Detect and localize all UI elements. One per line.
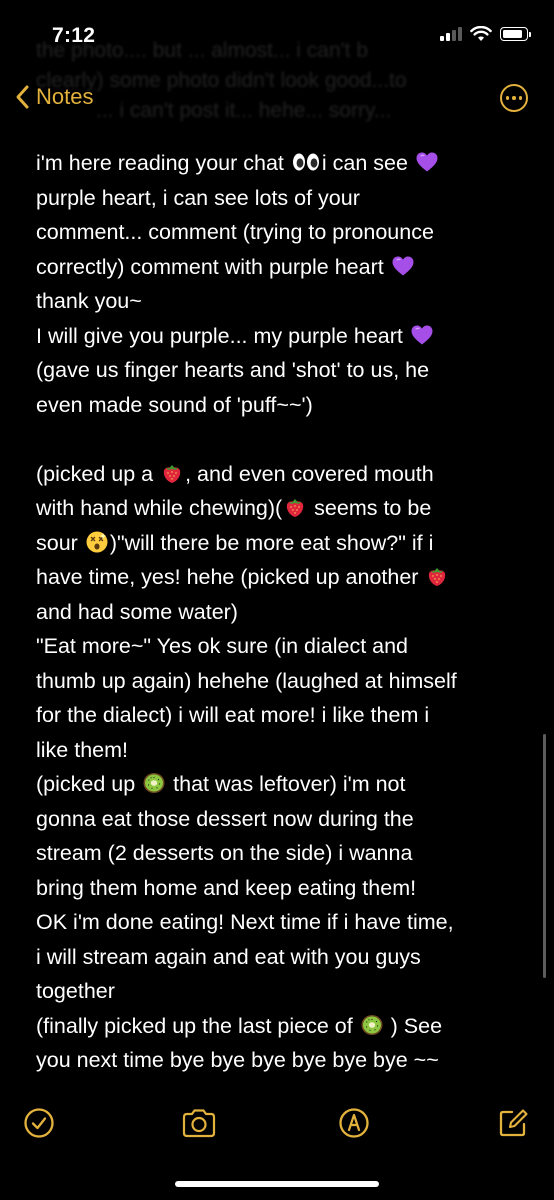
note-text: seems to be xyxy=(308,496,432,520)
note-text: (picked up a xyxy=(36,461,160,486)
note-line: have time, yes! hehe (picked up another xyxy=(36,560,526,595)
note-line: together xyxy=(36,974,526,1009)
note-text: i can see xyxy=(321,151,414,175)
note-text: thank you~ xyxy=(36,289,142,313)
purple-heart-icon xyxy=(391,254,415,278)
note-text: for the dialect) i will eat more! i like… xyxy=(36,703,430,727)
status-bar: 7:12 xyxy=(0,0,554,70)
kiwi-icon xyxy=(142,771,166,795)
note-text: )"will there be more eat show?" if i xyxy=(109,530,434,555)
home-indicator[interactable] xyxy=(175,1181,379,1187)
note-line: sour )"will there be more eat show?" if … xyxy=(36,526,526,561)
note-line: you next time bye bye bye bye bye bye ~~ xyxy=(36,1043,526,1078)
note-line: (finally picked up the last piece of ) S… xyxy=(36,1009,526,1044)
markup-button[interactable] xyxy=(337,1106,371,1140)
strawberry-icon xyxy=(283,495,307,519)
note-line: with hand while chewing)( seems to be xyxy=(36,491,526,526)
note-text: OK i'm done eating! Next time if i have … xyxy=(36,910,454,934)
note-line: "Eat more~" Yes ok sure (in dialect and xyxy=(36,629,526,664)
note-text: (gave us finger hearts and 'shot' to us,… xyxy=(36,358,430,382)
wifi-icon xyxy=(470,26,492,41)
status-icons xyxy=(440,26,531,42)
note-line: thank you~ xyxy=(36,284,526,319)
note-body[interactable]: i'm here reading your chat i can see pur… xyxy=(36,146,526,1078)
more-options-button[interactable] xyxy=(500,84,528,112)
note-line: (picked up a , and even covered mouth xyxy=(36,457,526,492)
note-line: OK i'm done eating! Next time if i have … xyxy=(36,905,526,940)
note-text: bring them home and keep eating them! xyxy=(36,875,417,900)
note-text: i'm here reading your chat xyxy=(36,151,290,175)
back-label: Notes xyxy=(36,84,94,109)
note-text: I will give you purple... my purple hear… xyxy=(36,323,409,348)
scrollbar[interactable] xyxy=(543,734,546,978)
note-text: comment... comment (trying to pronounce xyxy=(36,220,434,244)
compose-button[interactable] xyxy=(496,1106,530,1140)
note-text: i will stream again and eat with you guy… xyxy=(36,944,421,969)
markup-icon xyxy=(339,1108,369,1138)
chevron-left-icon xyxy=(16,85,29,109)
note-text: (finally picked up the last piece of xyxy=(36,1013,359,1038)
checklist-icon xyxy=(24,1108,54,1138)
note-text: with hand while chewing)( xyxy=(36,496,283,520)
note-text: like them! xyxy=(36,737,129,762)
note-text: gonna eat those dessert now during the xyxy=(36,806,414,831)
note-text: stream (2 desserts on the side) i wanna xyxy=(36,841,413,865)
note-line: i will stream again and eat with you guy… xyxy=(36,940,526,975)
note-line: (gave us finger hearts and 'shot' to us,… xyxy=(36,353,526,388)
note-text: "Eat more~" Yes ok sure (in dialect and xyxy=(36,634,409,658)
note-text: correctly) comment with purple heart xyxy=(36,254,390,279)
purple-heart-icon xyxy=(415,150,439,174)
note-line: purple heart, i can see lots of your xyxy=(36,181,526,216)
note-text: thumb up again) hehehe (laughed at himse… xyxy=(36,668,457,693)
note-line: for the dialect) i will eat more! i like… xyxy=(36,698,526,733)
note-line xyxy=(36,422,526,457)
back-to-notes-button[interactable]: Notes xyxy=(10,82,93,112)
note-line: i'm here reading your chat i can see xyxy=(36,146,526,181)
note-text: have time, yes! hehe (picked up another xyxy=(36,565,425,589)
note-line: (picked up that was leftover) i'm not xyxy=(36,767,526,802)
eyes-icon xyxy=(291,150,321,174)
note-line: even made sound of 'puff~~') xyxy=(36,388,526,423)
purple-heart-icon xyxy=(410,323,434,347)
note-text: together xyxy=(36,979,115,1003)
note-line: like them! xyxy=(36,733,526,768)
note-line: and had some water) xyxy=(36,595,526,630)
note-text: you next time bye bye bye bye bye bye ~~ xyxy=(36,1048,439,1072)
note-line: correctly) comment with purple heart xyxy=(36,250,526,285)
status-time: 7:12 xyxy=(52,24,96,47)
note-line: thumb up again) hehehe (laughed at himse… xyxy=(36,664,526,699)
camera-icon xyxy=(182,1109,216,1138)
note-line: stream (2 desserts on the side) i wanna xyxy=(36,836,526,871)
battery-level xyxy=(503,30,522,38)
compose-icon xyxy=(499,1109,528,1137)
bottom-toolbar xyxy=(0,1100,554,1144)
note-text: that was leftover) i'm not xyxy=(167,772,406,796)
note-text: even made sound of 'puff~~') xyxy=(36,392,313,417)
note-text: , and even covered mouth xyxy=(185,461,434,486)
note-line: comment... comment (trying to pronounce xyxy=(36,215,526,250)
note-text: (picked up xyxy=(36,772,142,796)
navigation-bar: Notes xyxy=(0,76,554,120)
note-text: purple heart, i can see lots of your xyxy=(36,185,360,210)
cellular-signal-icon xyxy=(440,27,462,41)
camera-button[interactable] xyxy=(180,1106,216,1140)
battery-icon xyxy=(500,27,531,41)
checklist-button[interactable] xyxy=(22,1106,56,1140)
strawberry-icon xyxy=(425,564,449,588)
note-line: I will give you purple... my purple hear… xyxy=(36,319,526,354)
kiwi-icon xyxy=(360,1013,384,1037)
note-line: gonna eat those dessert now during the xyxy=(36,802,526,837)
note-text: ) See xyxy=(384,1013,443,1038)
dizzy-face-icon xyxy=(85,530,109,554)
note-text: and had some water) xyxy=(36,599,238,624)
strawberry-icon xyxy=(160,461,184,485)
note-text: sour xyxy=(36,530,84,555)
note-line: bring them home and keep eating them! xyxy=(36,871,526,906)
